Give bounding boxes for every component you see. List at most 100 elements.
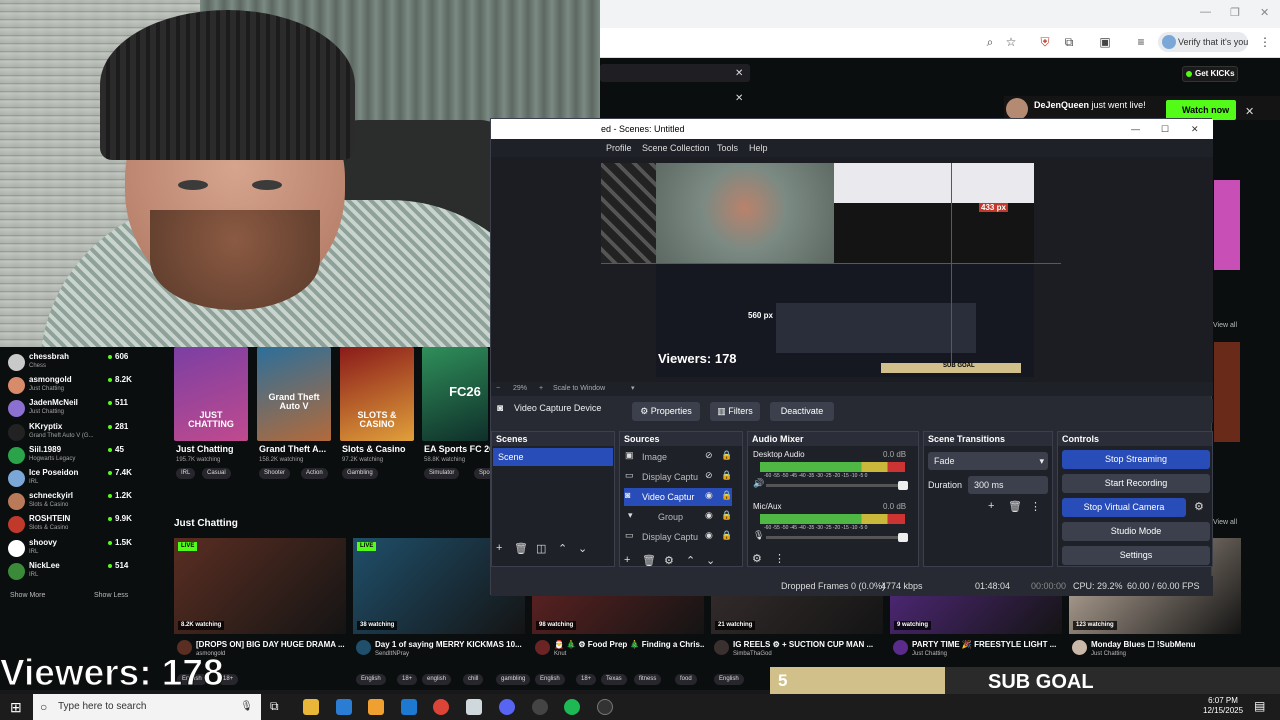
get-kicks-button[interactable]: Get KICKs [1182,66,1238,82]
reading-list-icon[interactable]: ≡ [1133,34,1149,50]
menu-profile[interactable]: Profile [606,139,632,157]
eye-hidden-icon[interactable]: ⊘ [705,450,713,461]
move-down-icon[interactable]: ⌄ [578,542,587,555]
zoom-icon[interactable]: ⌕ [982,34,998,50]
clock[interactable]: 6:07 PM 12/15/2025 [1203,696,1243,716]
stream-tag[interactable]: food [675,674,697,685]
taskbar-search[interactable]: ○ Type here to search 🎙 [33,694,261,720]
lock-icon[interactable]: 🔒 [721,450,732,461]
filters-button[interactable]: ▥ Filters [710,402,760,421]
view-all-link[interactable]: View all [1213,322,1237,329]
stream-tag[interactable]: english [422,674,452,685]
menu-tools[interactable]: Tools [717,139,738,157]
sidebar-channel[interactable]: ROSHTEIN Slots & Casino 9.9K [8,513,132,536]
kebab-menu-icon[interactable]: ⋮ [1030,500,1041,513]
source-item[interactable]: Image [624,448,732,466]
zoom-in-icon[interactable]: + [539,382,543,396]
stream-user[interactable]: SendItNPray [375,651,409,657]
app-icon[interactable] [597,699,613,715]
stream-user[interactable]: Knut [554,651,566,657]
deactivate-button[interactable]: Deactivate [770,402,834,421]
stream-tag[interactable]: 18+ [576,674,597,685]
popup-tab[interactable] [600,64,750,82]
slider-handle[interactable] [898,533,908,542]
category-card-just-chatting[interactable]: JUST CHATTING [174,347,248,441]
tab-search-icon[interactable]: ▣ [1097,34,1113,50]
move-up-icon[interactable]: ⌃ [558,542,567,555]
zoom-out-icon[interactable]: − [496,382,500,396]
category-tag[interactable]: Shooter [259,468,291,479]
extension-shield-icon[interactable]: ⛨ [1037,34,1053,50]
lock-icon[interactable]: 🔒 [721,510,732,521]
close-icon[interactable]: ✕ [735,93,743,104]
avatar[interactable] [893,640,908,655]
menu-scene-collection[interactable]: Scene Collection [642,139,710,157]
avatar[interactable] [714,640,729,655]
stream-user[interactable]: SimbaThaGod [733,651,772,657]
eye-icon[interactable]: ◉ [705,490,713,501]
app-icon[interactable] [466,699,482,715]
kebab-menu-icon[interactable]: ⋮ [1257,34,1273,50]
studio-mode-button[interactable]: Studio Mode [1062,522,1210,541]
source-item[interactable]: Group [624,508,732,526]
stream-tag[interactable]: Texas [601,674,627,685]
notifications-icon[interactable]: ▤ [1254,699,1265,713]
stop-streaming-button[interactable]: Stop Streaming [1062,450,1210,469]
stream-tag[interactable]: English [714,674,744,685]
lock-icon[interactable]: 🔒 [721,530,732,541]
restore-icon[interactable]: ❐ [1230,6,1240,19]
sidebar-channel[interactable]: Ice Poseidon IRL 7.4K [8,467,132,490]
trash-icon[interactable]: 🗑 [642,554,656,567]
move-up-icon[interactable]: ⌃ [686,554,695,567]
stream-user[interactable]: Just Chatting [912,651,947,657]
show-more-button[interactable]: Show More [10,592,45,599]
category-title[interactable]: EA Sports FC 26 [424,444,494,454]
eye-icon[interactable]: ◉ [705,530,713,541]
move-down-icon[interactable]: ⌄ [706,554,715,567]
microphone-icon[interactable]: 🎙 [753,530,764,541]
gear-icon[interactable]: ⚙ [752,552,762,565]
bookmark-star-icon[interactable]: ☆ [1003,34,1019,50]
stream-tag[interactable]: fitness [634,674,662,685]
add-icon[interactable]: + [988,500,994,512]
avatar[interactable] [1072,640,1087,655]
discord-icon[interactable] [499,699,515,715]
edge-icon[interactable] [336,699,352,715]
stream-title[interactable]: 🎅 🎄 ⚙ Food Prep 🎄 Finding a Chris... [554,640,704,649]
gear-icon[interactable]: ⚙ [664,554,674,567]
store-icon[interactable] [368,699,384,715]
speaker-icon[interactable]: 🔊 [753,478,764,489]
show-less-button[interactable]: Show Less [94,592,128,599]
task-view-icon[interactable]: ⧉ [270,699,279,714]
category-tag[interactable]: Action [301,468,328,479]
menu-help[interactable]: Help [749,139,768,157]
mail-icon[interactable] [401,699,417,715]
sidebar-channel[interactable]: KKryptix Grand Theft Auto V (G... 281 [8,421,128,444]
file-explorer-icon[interactable] [303,699,319,715]
trash-icon[interactable]: 🗑 [1008,500,1022,513]
category-card-slots[interactable]: SLOTS & CASINO [340,347,414,441]
settings-button[interactable]: Settings [1062,546,1210,565]
preview-area[interactable]: 433 px 560 px Viewers: 178 SUB GOAL [491,157,1213,382]
volume-slider[interactable] [766,481,908,490]
category-tag[interactable]: IRL [176,468,196,479]
lock-icon[interactable]: 🔒 [721,490,732,501]
add-icon[interactable]: + [624,554,630,566]
stream-tag[interactable]: English [535,674,565,685]
stream-title[interactable]: IG REELS ⚙ + SUCTION CUP MAN ... [733,640,883,649]
sidebar-channel[interactable]: chessbrah Chess 606 [8,351,128,374]
source-item[interactable]: Display Captu [624,468,732,486]
avatar[interactable] [356,640,371,655]
stop-virtual-camera-button[interactable]: Stop Virtual Camera [1062,498,1186,517]
category-tag[interactable]: Simulator [424,468,460,479]
windows-start-icon[interactable]: ⊞ [10,699,22,716]
stream-thumbnail[interactable]: LIVE 8.2K watching [174,538,346,634]
sidebar-channel[interactable]: schneckyirl Slots & Casino 1.2K [8,490,132,513]
microphone-icon[interactable]: 🎙 [240,694,253,720]
category-title[interactable]: Grand Theft A... [259,444,326,454]
extensions-icon[interactable]: ⧉ [1061,34,1077,50]
verify-identity-chip[interactable]: Verify that it's you [1158,32,1248,52]
sidebar-channel[interactable]: NickLee IRL 514 [8,560,128,583]
eye-icon[interactable]: ◉ [705,510,713,521]
kebab-menu-icon[interactable]: ⋮ [774,552,785,565]
